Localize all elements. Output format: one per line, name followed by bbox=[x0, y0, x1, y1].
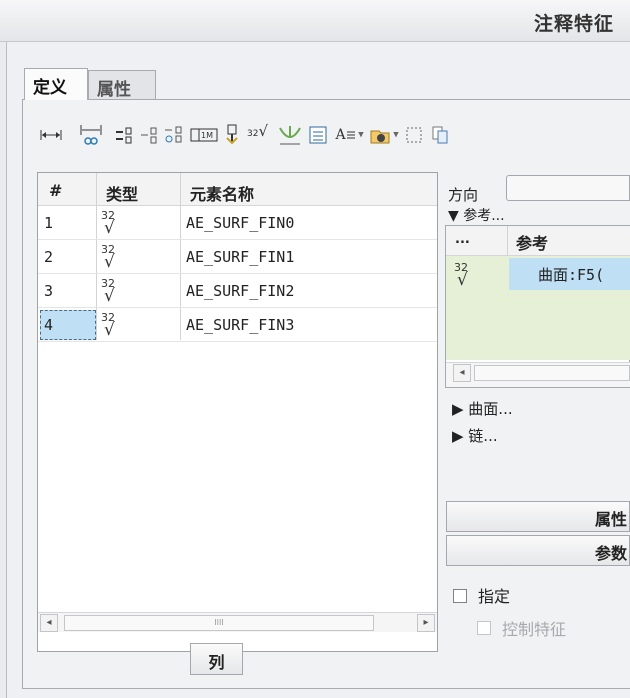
reference-value[interactable]: 曲面:F5( bbox=[538, 264, 604, 285]
datum-target-icon[interactable] bbox=[164, 124, 186, 146]
specify-checkbox[interactable] bbox=[453, 589, 467, 603]
symbol-icon[interactable] bbox=[224, 124, 240, 146]
ref-column-header-type: ... bbox=[455, 232, 470, 247]
surface-finish-icon: 32 √ bbox=[101, 209, 115, 238]
note-icon[interactable]: 1M bbox=[190, 124, 218, 146]
ref-dimension-icon[interactable] bbox=[80, 124, 102, 146]
copy-icon[interactable] bbox=[430, 124, 450, 146]
column-header-name[interactable]: 元素名称 bbox=[190, 176, 254, 206]
surface-finish-icon: 32 √ bbox=[101, 277, 115, 306]
row-number: 2 bbox=[44, 248, 54, 266]
table-row[interactable]: 4 32 √ AE_SURF_FIN3 bbox=[38, 308, 437, 342]
control-feature-checkbox[interactable] bbox=[477, 621, 491, 635]
surface-finish-icon: 32 √ bbox=[101, 311, 115, 340]
element-name: AE_SURF_FIN0 bbox=[186, 214, 295, 232]
parameters-button[interactable]: 参数 bbox=[446, 535, 630, 566]
scroll-left-button[interactable]: ◂ bbox=[453, 364, 471, 382]
table-icon[interactable] bbox=[308, 124, 328, 146]
surface-finish-icon: 32 √ bbox=[454, 261, 468, 290]
dropdown-arrow-icon[interactable]: ▼ bbox=[391, 124, 401, 146]
annotation-plane-icon[interactable] bbox=[369, 124, 391, 146]
dropdown-arrow-icon[interactable]: ▼ bbox=[356, 124, 366, 146]
surfaces-toggle[interactable]: ▶ 曲面... bbox=[452, 398, 513, 419]
properties-button[interactable]: 属性 bbox=[446, 501, 630, 532]
row-number: 3 bbox=[44, 282, 54, 300]
column-header-number[interactable]: # bbox=[49, 176, 62, 206]
table-row[interactable]: 1 32 √ AE_SURF_FIN0 bbox=[38, 206, 437, 240]
row-number: 1 bbox=[44, 214, 54, 232]
element-name: AE_SURF_FIN3 bbox=[186, 316, 295, 334]
ref-column-header-reference: 参考 bbox=[516, 234, 549, 253]
row-number: 4 bbox=[40, 310, 96, 340]
scroll-thumb[interactable] bbox=[474, 365, 630, 381]
scroll-right-button[interactable]: ▸ bbox=[417, 614, 435, 632]
text-style-glyph: A bbox=[335, 127, 346, 143]
references-toggle[interactable]: ▼ 参考... bbox=[448, 205, 505, 225]
select-box-icon[interactable] bbox=[404, 124, 424, 146]
scroll-thumb[interactable]: IIII bbox=[64, 615, 374, 631]
table-row[interactable]: 3 32 √ AE_SURF_FIN2 bbox=[38, 274, 437, 308]
element-name: AE_SURF_FIN1 bbox=[186, 248, 295, 266]
element-name: AE_SURF_FIN2 bbox=[186, 282, 295, 300]
direction-label: 方向 bbox=[448, 186, 479, 204]
text-style-icon[interactable]: A bbox=[334, 124, 356, 146]
datum-icon[interactable] bbox=[140, 124, 160, 146]
column-divider bbox=[507, 226, 508, 256]
surface-finish-icon[interactable]: 32√ bbox=[247, 124, 269, 146]
dimension-icon[interactable] bbox=[40, 124, 62, 146]
svg-text:1M: 1M bbox=[201, 131, 213, 140]
columns-button[interactable]: 列 bbox=[190, 643, 243, 675]
tab-properties[interactable]: 属性 bbox=[88, 70, 156, 100]
window-title: 注释特征 bbox=[533, 13, 614, 35]
tab-definition[interactable]: 定义 bbox=[24, 68, 88, 100]
scroll-left-button[interactable]: ◂ bbox=[40, 614, 58, 632]
direction-dropdown[interactable] bbox=[506, 175, 630, 201]
surface-finish-icon: 32 √ bbox=[101, 243, 115, 272]
gtol-icon[interactable] bbox=[115, 124, 135, 146]
column-header-type[interactable]: 类型 bbox=[106, 176, 138, 206]
chains-toggle[interactable]: ▶ 链... bbox=[452, 425, 498, 446]
specify-label: 指定 bbox=[478, 587, 511, 606]
weld-icon[interactable] bbox=[278, 124, 302, 146]
control-feature-label: 控制特征 bbox=[502, 620, 567, 639]
table-row[interactable]: 2 32 √ AE_SURF_FIN1 bbox=[38, 240, 437, 274]
